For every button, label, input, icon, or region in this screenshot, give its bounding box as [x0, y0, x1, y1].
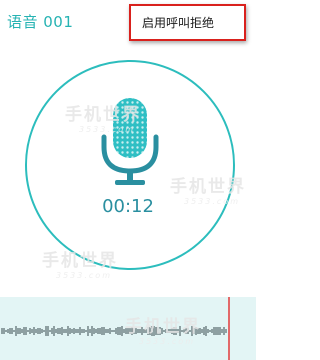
microphone-icon: [100, 95, 160, 190]
waveform-panel[interactable]: [0, 297, 256, 360]
context-menu: 启用呼叫拒绝: [129, 4, 246, 41]
recording-title: 语音 001: [7, 13, 74, 31]
recording-timer: 00:12: [102, 196, 154, 217]
waveform: [1, 297, 230, 360]
menu-item-enable-call-reject[interactable]: 启用呼叫拒绝: [142, 14, 214, 31]
